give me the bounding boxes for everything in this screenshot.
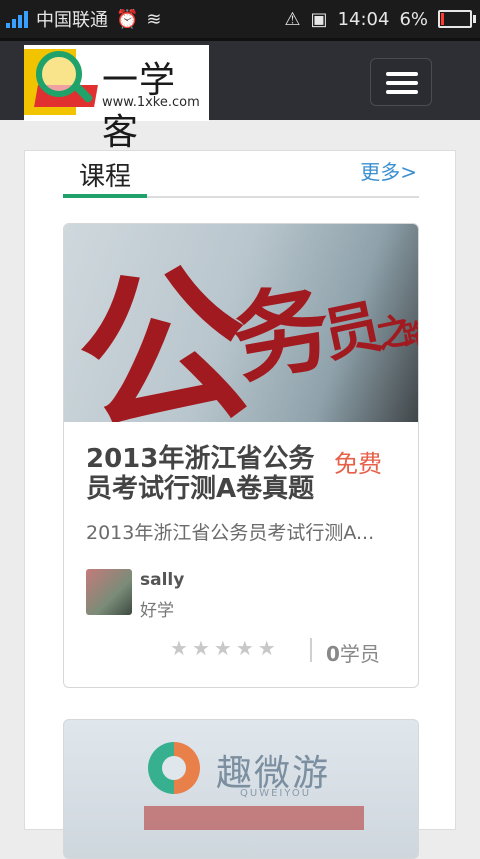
more-link[interactable]: 更多>	[360, 156, 417, 185]
menu-button[interactable]	[370, 58, 432, 106]
content-panel: 课程 更多> 公 务 员 之 路 2013年浙江省公务员考试行测A卷真题 免费 …	[24, 150, 456, 859]
course-title[interactable]: 2013年浙江省公务员考试行测A卷真题	[86, 444, 322, 504]
cover-banner	[144, 806, 364, 830]
author-tag: 好学	[140, 601, 174, 621]
logo-url: www.1xke.com	[102, 95, 200, 110]
price-badge: 免费	[334, 450, 382, 478]
course-description: 2013年浙江省公务员考试行测A...	[86, 522, 375, 544]
brand-subtitle: QUWEIYOU	[240, 788, 312, 799]
image-icon: ▣	[310, 8, 328, 30]
course-card[interactable]: 公 务 员 之 路 2013年浙江省公务员考试行测A卷真题 免费 2013年浙江…	[63, 223, 419, 688]
section-title[interactable]: 课程	[79, 156, 131, 193]
status-bar: 中国联通 ⏰ ≋ ⚠ ▣ 14:04 6%	[0, 0, 480, 38]
star-icon: ★	[235, 636, 254, 660]
quweiyou-logo-icon	[148, 742, 200, 794]
star-icon: ★	[257, 636, 276, 660]
rating-stars: ★ ★ ★ ★ ★	[170, 636, 276, 660]
warning-icon: ⚠	[284, 8, 301, 30]
tab-active-indicator	[63, 194, 147, 198]
hamburger-icon-bar	[386, 90, 418, 94]
app-header: 一学客 www.1xke.com	[0, 38, 480, 153]
course-card[interactable]: 趣微游 QUWEIYOU	[63, 719, 419, 859]
course-cover-image[interactable]: 公 务 员 之 路	[64, 224, 418, 422]
star-icon: ★	[213, 636, 232, 660]
alarm-icon: ⏰	[116, 8, 139, 30]
star-icon: ★	[170, 636, 188, 660]
student-count-label: 学员	[339, 642, 380, 666]
divider	[310, 638, 312, 662]
site-logo[interactable]: 一学客 www.1xke.com	[24, 45, 209, 153]
battery-percent: 6%	[399, 8, 428, 30]
star-icon: ★	[191, 636, 210, 660]
hamburger-icon	[386, 72, 418, 76]
wifi-icon: ≋	[146, 8, 162, 30]
carrier-label: 中国联通	[36, 10, 108, 31]
author-name[interactable]: sally	[140, 570, 184, 590]
avatar[interactable]	[86, 569, 132, 615]
student-count: 0学员	[326, 638, 380, 667]
battery-icon	[438, 10, 476, 28]
student-count-value: 0	[326, 642, 340, 666]
clock-time: 14:04	[337, 8, 390, 30]
signal-icon	[6, 10, 28, 28]
hamburger-icon-bar	[386, 81, 418, 85]
